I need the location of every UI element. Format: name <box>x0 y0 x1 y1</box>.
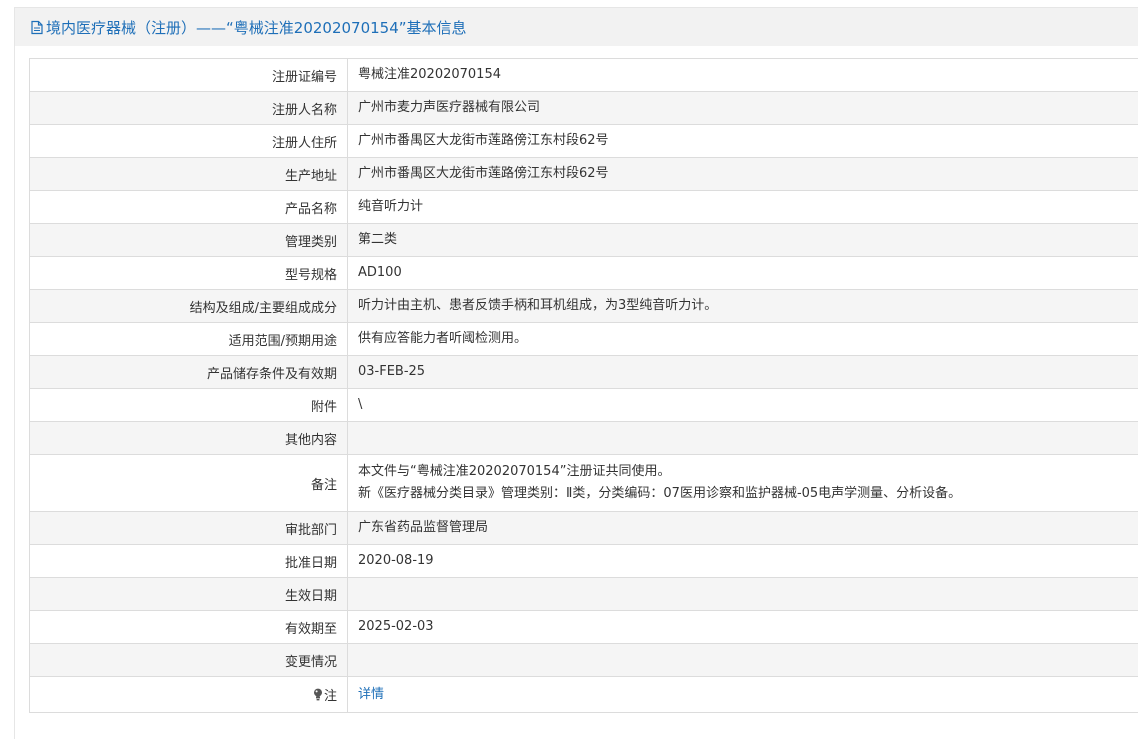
remark-line-1: 本文件与“粤械注准20202070154”注册证共同使用。 <box>358 464 671 479</box>
row-value <box>347 643 1138 677</box>
row-value: 广州市番禺区大龙街市莲路傍江东村段62号 <box>347 124 1138 158</box>
info-panel: 境内医疗器械（注册）——“粤械注准20202070154”基本信息 注册证编号 … <box>14 7 1138 739</box>
page-title: 境内医疗器械（注册）——“粤械注准20202070154”基本信息 <box>46 18 467 37</box>
table-row: 生产地址 广州市番禺区大龙街市莲路傍江东村段62号 <box>29 157 1138 191</box>
row-label: 其他内容 <box>29 421 348 455</box>
table-row: 变更情况 <box>29 643 1138 677</box>
table-row: 注册人名称 广州市麦力声医疗器械有限公司 <box>29 91 1138 125</box>
row-value: 广州市番禺区大龙街市莲路傍江东村段62号 <box>347 157 1138 191</box>
table-row: 型号规格 AD100 <box>29 256 1138 290</box>
row-value: 2020-08-19 <box>347 544 1138 578</box>
panel-header: 境内医疗器械（注册）——“粤械注准20202070154”基本信息 <box>15 8 1138 46</box>
row-label: 管理类别 <box>29 223 348 257</box>
row-value <box>347 421 1138 455</box>
info-table: 注册证编号 粤械注准20202070154 注册人名称 广州市麦力声医疗器械有限… <box>29 58 1138 713</box>
table-row-remark: 备注 本文件与“粤械注准20202070154”注册证共同使用。 新《医疗器械分… <box>29 454 1138 512</box>
details-link[interactable]: 详情 <box>358 687 384 702</box>
row-label: 附件 <box>29 388 348 422</box>
table-row: 注册证编号 粤械注准20202070154 <box>29 58 1138 92</box>
table-row-note: 注 详情 <box>29 676 1138 713</box>
row-value: 03-FEB-25 <box>347 355 1138 389</box>
table-row: 附件 \ <box>29 388 1138 422</box>
table-row: 管理类别 第二类 <box>29 223 1138 257</box>
table-row: 生效日期 <box>29 577 1138 611</box>
row-label: 产品名称 <box>29 190 348 224</box>
row-label: 生产地址 <box>29 157 348 191</box>
lightbulb-icon <box>313 688 323 705</box>
table-row: 注册人住所 广州市番禺区大龙街市莲路傍江东村段62号 <box>29 124 1138 158</box>
row-value: 第二类 <box>347 223 1138 257</box>
row-value: \ <box>347 388 1138 422</box>
row-label: 变更情况 <box>29 643 348 677</box>
row-value: 2025-02-03 <box>347 610 1138 644</box>
row-value: 纯音听力计 <box>347 190 1138 224</box>
row-label: 有效期至 <box>29 610 348 644</box>
row-label: 审批部门 <box>29 511 348 545</box>
row-label: 产品储存条件及有效期 <box>29 355 348 389</box>
row-value: AD100 <box>347 256 1138 290</box>
document-icon <box>30 20 44 35</box>
table-row: 结构及组成/主要组成成分 听力计由主机、患者反馈手柄和耳机组成，为3型纯音听力计… <box>29 289 1138 323</box>
table-row: 有效期至 2025-02-03 <box>29 610 1138 644</box>
table-row: 产品名称 纯音听力计 <box>29 190 1138 224</box>
table-row: 适用范围/预期用途 供有应答能力者听阈检测用。 <box>29 322 1138 356</box>
remark-value: 本文件与“粤械注准20202070154”注册证共同使用。 新《医疗器械分类目录… <box>347 454 1138 512</box>
row-value: 广州市麦力声医疗器械有限公司 <box>347 91 1138 125</box>
row-label: 适用范围/预期用途 <box>29 322 348 356</box>
row-label: 批准日期 <box>29 544 348 578</box>
row-label: 型号规格 <box>29 256 348 290</box>
remark-line-2: 新《医疗器械分类目录》管理类别：Ⅱ类，分类编码：07医用诊察和监护器械-05电声… <box>358 486 962 501</box>
row-value: 供有应答能力者听阈检测用。 <box>347 322 1138 356</box>
row-value: 听力计由主机、患者反馈手柄和耳机组成，为3型纯音听力计。 <box>347 289 1138 323</box>
table-row: 批准日期 2020-08-19 <box>29 544 1138 578</box>
table-row: 产品储存条件及有效期 03-FEB-25 <box>29 355 1138 389</box>
note-label: 注 <box>323 688 337 704</box>
row-value: 粤械注准20202070154 <box>347 58 1138 92</box>
row-label: 注册人住所 <box>29 124 348 158</box>
row-label: 生效日期 <box>29 577 348 611</box>
row-value: 广东省药品监督管理局 <box>347 511 1138 545</box>
row-label: 注册证编号 <box>29 58 348 92</box>
row-label: 注册人名称 <box>29 91 348 125</box>
table-row: 审批部门 广东省药品监督管理局 <box>29 511 1138 545</box>
table-row: 其他内容 <box>29 421 1138 455</box>
note-value: 详情 <box>347 676 1138 713</box>
row-value <box>347 577 1138 611</box>
row-label: 结构及组成/主要组成成分 <box>29 289 348 323</box>
page: 境内医疗器械（注册）——“粤械注准20202070154”基本信息 注册证编号 … <box>0 0 1138 739</box>
row-label: 备注 <box>29 454 348 512</box>
note-label-cell: 注 <box>29 676 348 713</box>
